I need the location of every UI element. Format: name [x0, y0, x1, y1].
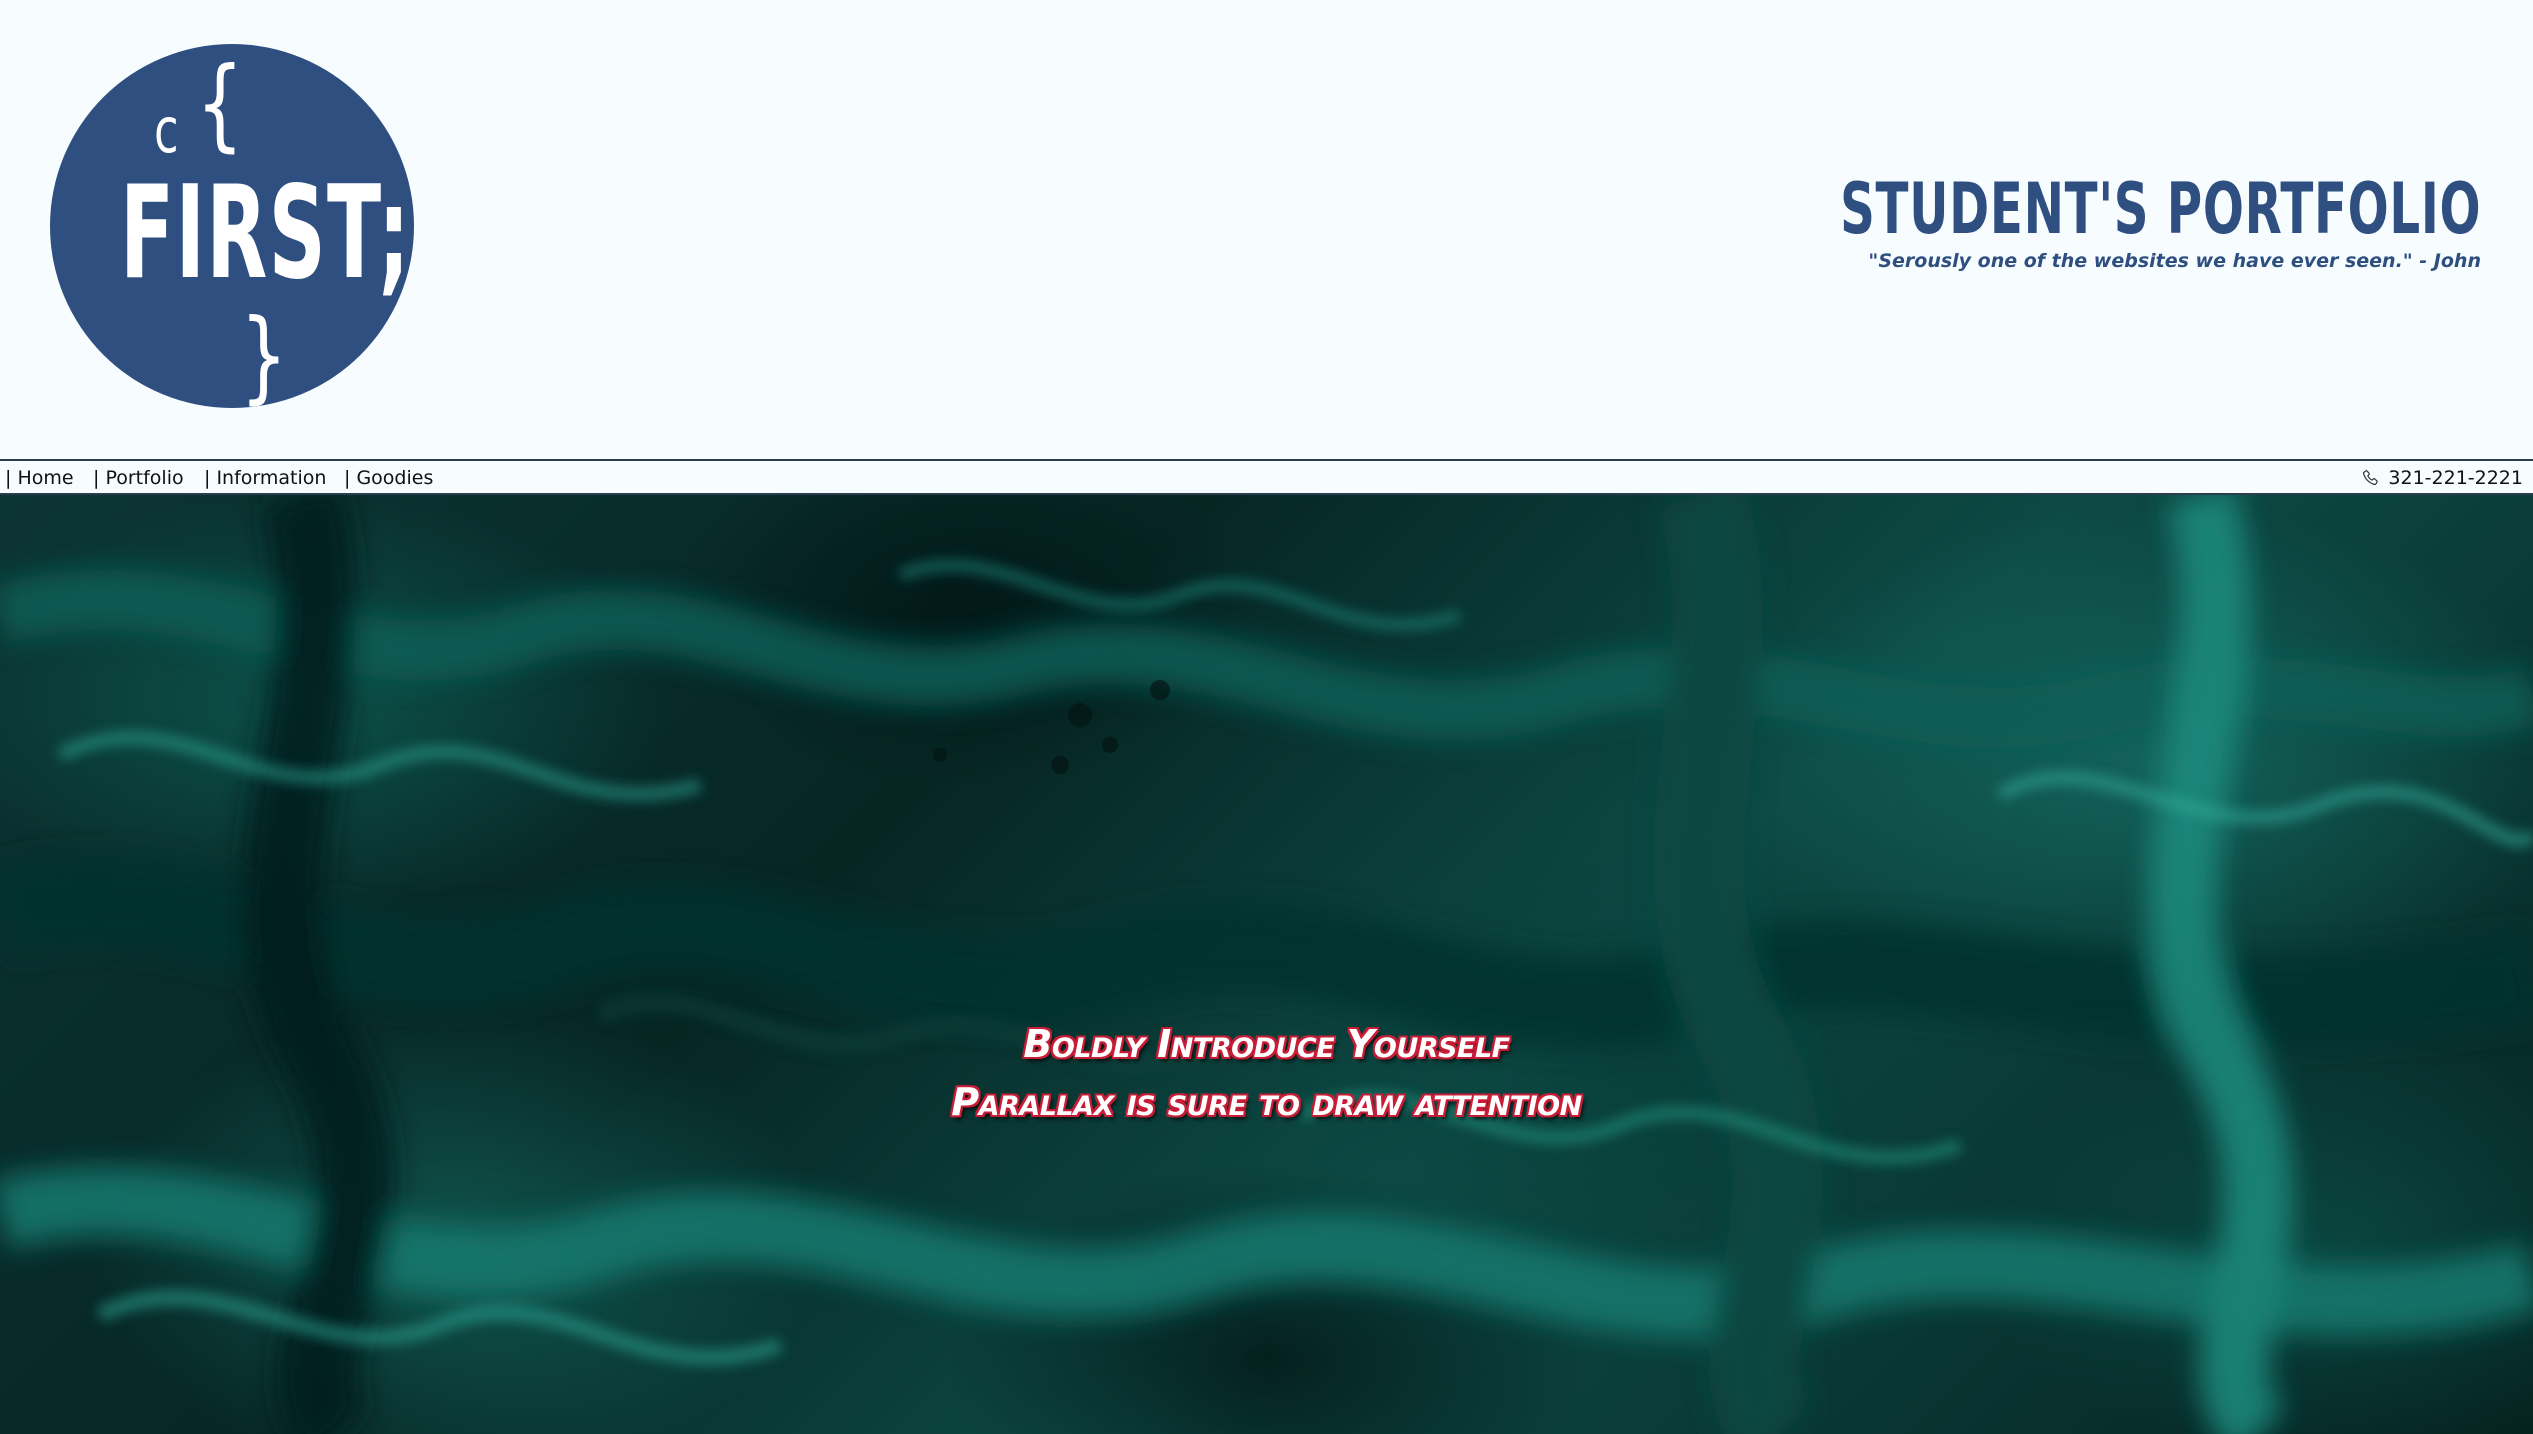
logo-open-brace: {: [196, 45, 244, 162]
phone-number: 321-221-2221: [2388, 467, 2523, 489]
site-quote: "Serously one of the websites we have ev…: [1868, 250, 2481, 272]
site-title: STUDENT'S PORTFOLIO: [1839, 168, 2481, 250]
page: c { FIRST; } STUDENT'S PORTFOLIO "Serous…: [0, 0, 2533, 1434]
marble-background: [0, 495, 2533, 1434]
logo-close-brace: }: [240, 297, 288, 408]
logo-main-text: FIRST;: [120, 159, 411, 308]
nav-bar: | Home | Portfolio | Information | Goodi…: [0, 459, 2533, 495]
hero-text: Boldly Introduce Yourself Parallax is su…: [0, 1015, 2533, 1131]
logo-small-letter: c: [154, 94, 179, 167]
nav-link-goodies[interactable]: | Goodies: [344, 467, 433, 490]
hero-subheadline: Parallax is sure to draw attention: [951, 1080, 1582, 1124]
hero-headline: Boldly Introduce Yourself: [1023, 1022, 1510, 1066]
phone-contact[interactable]: 321-221-2221: [2361, 467, 2523, 490]
nav-link-portfolio[interactable]: | Portfolio: [93, 467, 184, 490]
site-header: c { FIRST; } STUDENT'S PORTFOLIO "Serous…: [0, 0, 2533, 459]
phone-icon: [2363, 470, 2379, 486]
site-logo[interactable]: c { FIRST; }: [50, 44, 414, 408]
nav-link-information[interactable]: | Information: [204, 467, 326, 490]
hero-banner: Boldly Introduce Yourself Parallax is su…: [0, 495, 2533, 1434]
nav-link-home[interactable]: | Home: [5, 467, 74, 490]
